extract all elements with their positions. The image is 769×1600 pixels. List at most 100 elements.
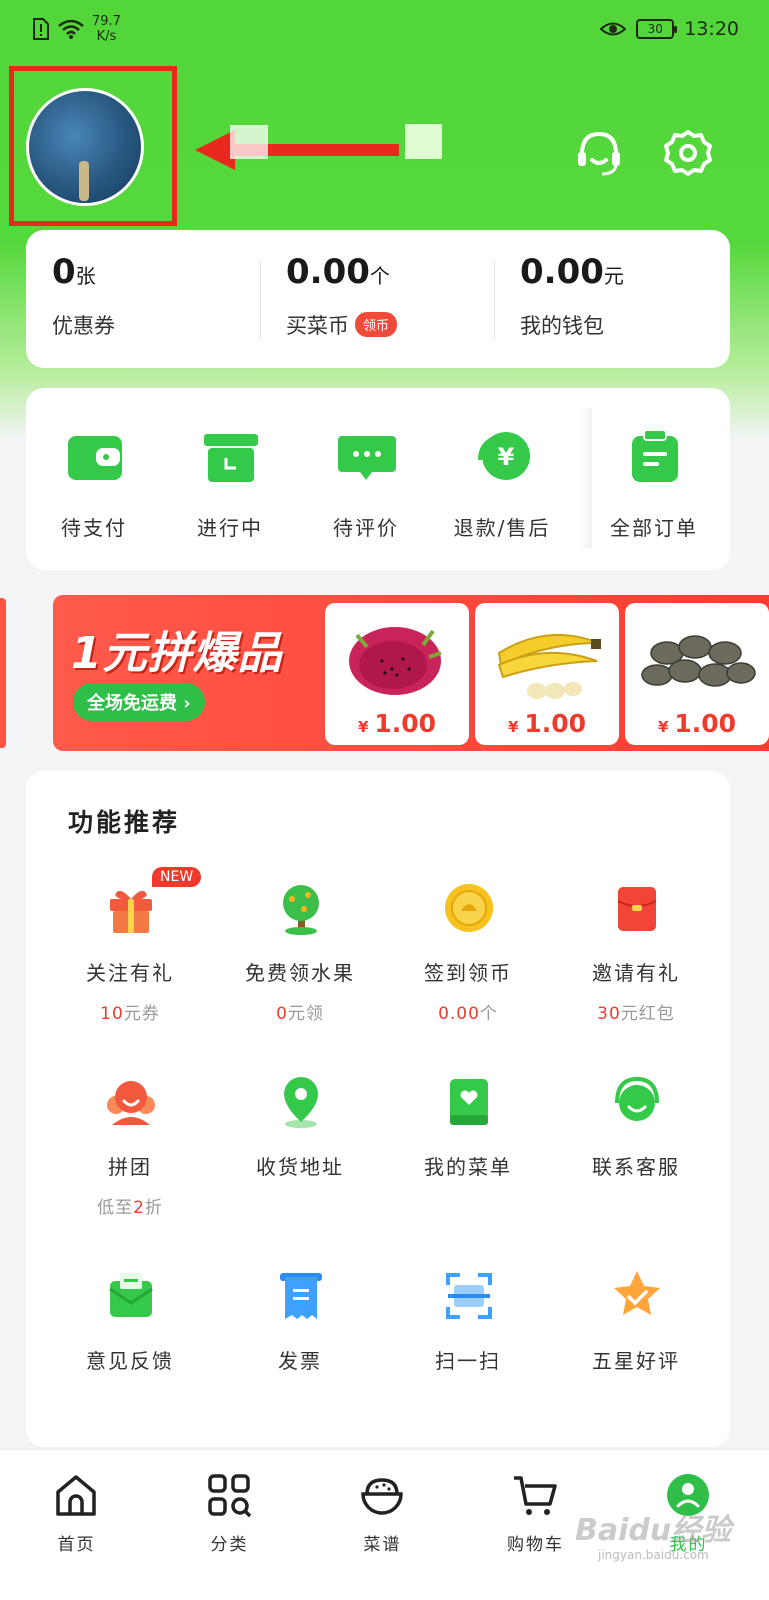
clock: 13:20 (684, 18, 739, 40)
tab-home-label: 首页 (57, 1535, 96, 1555)
feature-free-fruit-sub: 0元领 (276, 1004, 324, 1024)
order-pending-payment-label: 待支付 (61, 516, 127, 540)
order-in-progress-label: 进行中 (197, 516, 263, 540)
nuts-image (641, 635, 756, 687)
username-mask (230, 125, 268, 159)
feature-follow-gift[interactable]: NEW 关注有礼 10元券 (42, 867, 218, 1061)
scan-icon (446, 1273, 492, 1319)
network-speed-value: 79.7 (92, 14, 121, 29)
headset-icon (615, 1076, 659, 1121)
network-speed: 79.7 K/s (92, 14, 121, 44)
feature-invoice[interactable]: 发票 (212, 1269, 388, 1449)
feature-group-buy[interactable]: 拼团 低至2折 (42, 1075, 218, 1255)
home-icon (56, 1475, 96, 1516)
order-pending-payment[interactable]: 待支付 (26, 388, 162, 570)
eye-comfort-icon (600, 22, 627, 36)
wifi-icon (58, 19, 84, 39)
feature-invoice-label: 发票 (278, 1349, 322, 1373)
sim-alert-icon (33, 18, 49, 40)
stat-wallet[interactable]: 0.00元 我的钱包 (494, 230, 728, 368)
settings-gear-icon[interactable] (663, 128, 713, 178)
tab-recipe[interactable]: 菜谱 (306, 1450, 459, 1600)
new-badge: NEW (152, 867, 202, 887)
group-icon (107, 1081, 155, 1125)
stat-coins-value: 0.00个 (286, 252, 390, 292)
network-speed-unit: K/s (96, 29, 117, 44)
banner-prev-edge (0, 598, 6, 748)
stat-coins-label: 买菜币 领币 (286, 310, 398, 340)
features-heading: 功能推荐 (68, 808, 181, 837)
wallet-icon (68, 436, 122, 480)
feature-address[interactable]: 收货地址 (212, 1075, 388, 1255)
battery-icon: 30 (636, 19, 678, 39)
feature-feedback[interactable]: 意见反馈 (42, 1269, 218, 1449)
tab-category-label: 分类 (210, 1535, 249, 1555)
category-icon (208, 1474, 252, 1518)
feature-my-menu[interactable]: 我的菜单 (380, 1075, 556, 1255)
coin-icon (445, 884, 493, 932)
location-icon (284, 1077, 318, 1128)
tab-recipe-label: 菜谱 (363, 1535, 402, 1555)
dragon-fruit-image (349, 627, 442, 695)
orders-card: 待支付 进行中 待评价 ¥ 退款/售后 全部订单 (26, 388, 730, 570)
refund-icon: ¥ (478, 432, 530, 480)
feature-free-fruit[interactable]: 免费领水果 0元领 (212, 881, 388, 1061)
feature-invite-gift[interactable]: 邀请有礼 30元红包 (548, 881, 724, 1061)
feature-invite-gift-sub: 30元红包 (597, 1004, 675, 1024)
order-refund-label: 退款/售后 (453, 516, 551, 540)
order-to-review[interactable]: 待评价 (298, 388, 434, 570)
clipboard-icon (632, 430, 678, 482)
get-coins-badge[interactable]: 领币 (355, 312, 398, 337)
red-packet-icon (617, 887, 657, 931)
feature-contact-service-label: 联系客服 (592, 1155, 680, 1179)
feature-checkin-coins-label: 签到领币 (424, 961, 512, 985)
feature-five-star[interactable]: 五星好评 (548, 1269, 724, 1449)
free-shipping-pill[interactable]: 全场免运费 › (73, 683, 205, 721)
invoice-icon (280, 1273, 322, 1319)
status-bar: 79.7 K/s 30 13:20 (0, 0, 769, 60)
star-icon (614, 1271, 660, 1315)
feature-five-star-label: 五星好评 (592, 1349, 680, 1373)
promo-banner[interactable]: 1元拼爆品 全场免运费 › ¥1.00 ¥1.00 ¥1.00 (53, 595, 769, 751)
feature-my-menu-label: 我的菜单 (424, 1155, 512, 1179)
tab-category[interactable]: 分类 (153, 1450, 306, 1600)
order-all-label: 全部订单 (610, 516, 698, 540)
promo-product-nuts[interactable]: ¥1.00 (625, 603, 769, 745)
avatar[interactable] (26, 88, 144, 206)
stat-coupons-value: 0张 (52, 252, 96, 292)
stat-coins[interactable]: 0.00个 买菜币 领币 (260, 230, 494, 368)
order-to-review-label: 待评价 (333, 516, 399, 540)
order-refund[interactable]: ¥ 退款/售后 (434, 388, 570, 570)
feature-group-buy-label: 拼团 (108, 1155, 152, 1179)
account-stats-card: 0张 优惠券 0.00个 买菜币 领币 0.00元 我的钱包 (26, 230, 730, 368)
feature-contact-service[interactable]: 联系客服 (548, 1075, 724, 1255)
stat-coupons-label: 优惠券 (52, 314, 115, 338)
tab-home[interactable]: 首页 (0, 1450, 153, 1600)
baidu-watermark-url: jingyan.baidu.com (598, 1548, 709, 1562)
banana-price: ¥1.00 (507, 709, 587, 738)
promo-product-dragon-fruit[interactable]: ¥1.00 (325, 603, 469, 745)
tree-icon (283, 885, 319, 935)
feature-checkin-coins[interactable]: 签到领币 0.00个 (380, 881, 556, 1061)
order-all[interactable]: 全部订单 (586, 388, 722, 570)
customer-service-icon[interactable] (574, 128, 624, 178)
feature-checkin-coins-sub: 0.00个 (438, 1004, 498, 1024)
feature-follow-gift-label: 关注有礼 (86, 961, 174, 985)
feature-scan-label: 扫一扫 (435, 1349, 501, 1373)
feature-scan[interactable]: 扫一扫 (380, 1269, 556, 1449)
stat-wallet-value: 0.00元 (520, 252, 624, 292)
battery-level: 30 (647, 22, 663, 36)
order-in-progress[interactable]: 进行中 (162, 388, 298, 570)
feature-address-label: 收货地址 (256, 1155, 344, 1179)
menu-book-icon (450, 1079, 488, 1125)
stat-coupons[interactable]: 0张 优惠券 (26, 230, 260, 368)
gift-icon (110, 890, 152, 933)
recipe-icon (361, 1478, 403, 1515)
baidu-watermark: Baidu经验 (575, 1513, 732, 1548)
feature-invite-gift-label: 邀请有礼 (592, 961, 680, 985)
feedback-icon (109, 1273, 153, 1317)
box-icon (204, 434, 258, 482)
cart-icon (514, 1476, 557, 1515)
promo-product-banana[interactable]: ¥1.00 (475, 603, 619, 745)
feature-feedback-label: 意见反馈 (86, 1349, 174, 1373)
